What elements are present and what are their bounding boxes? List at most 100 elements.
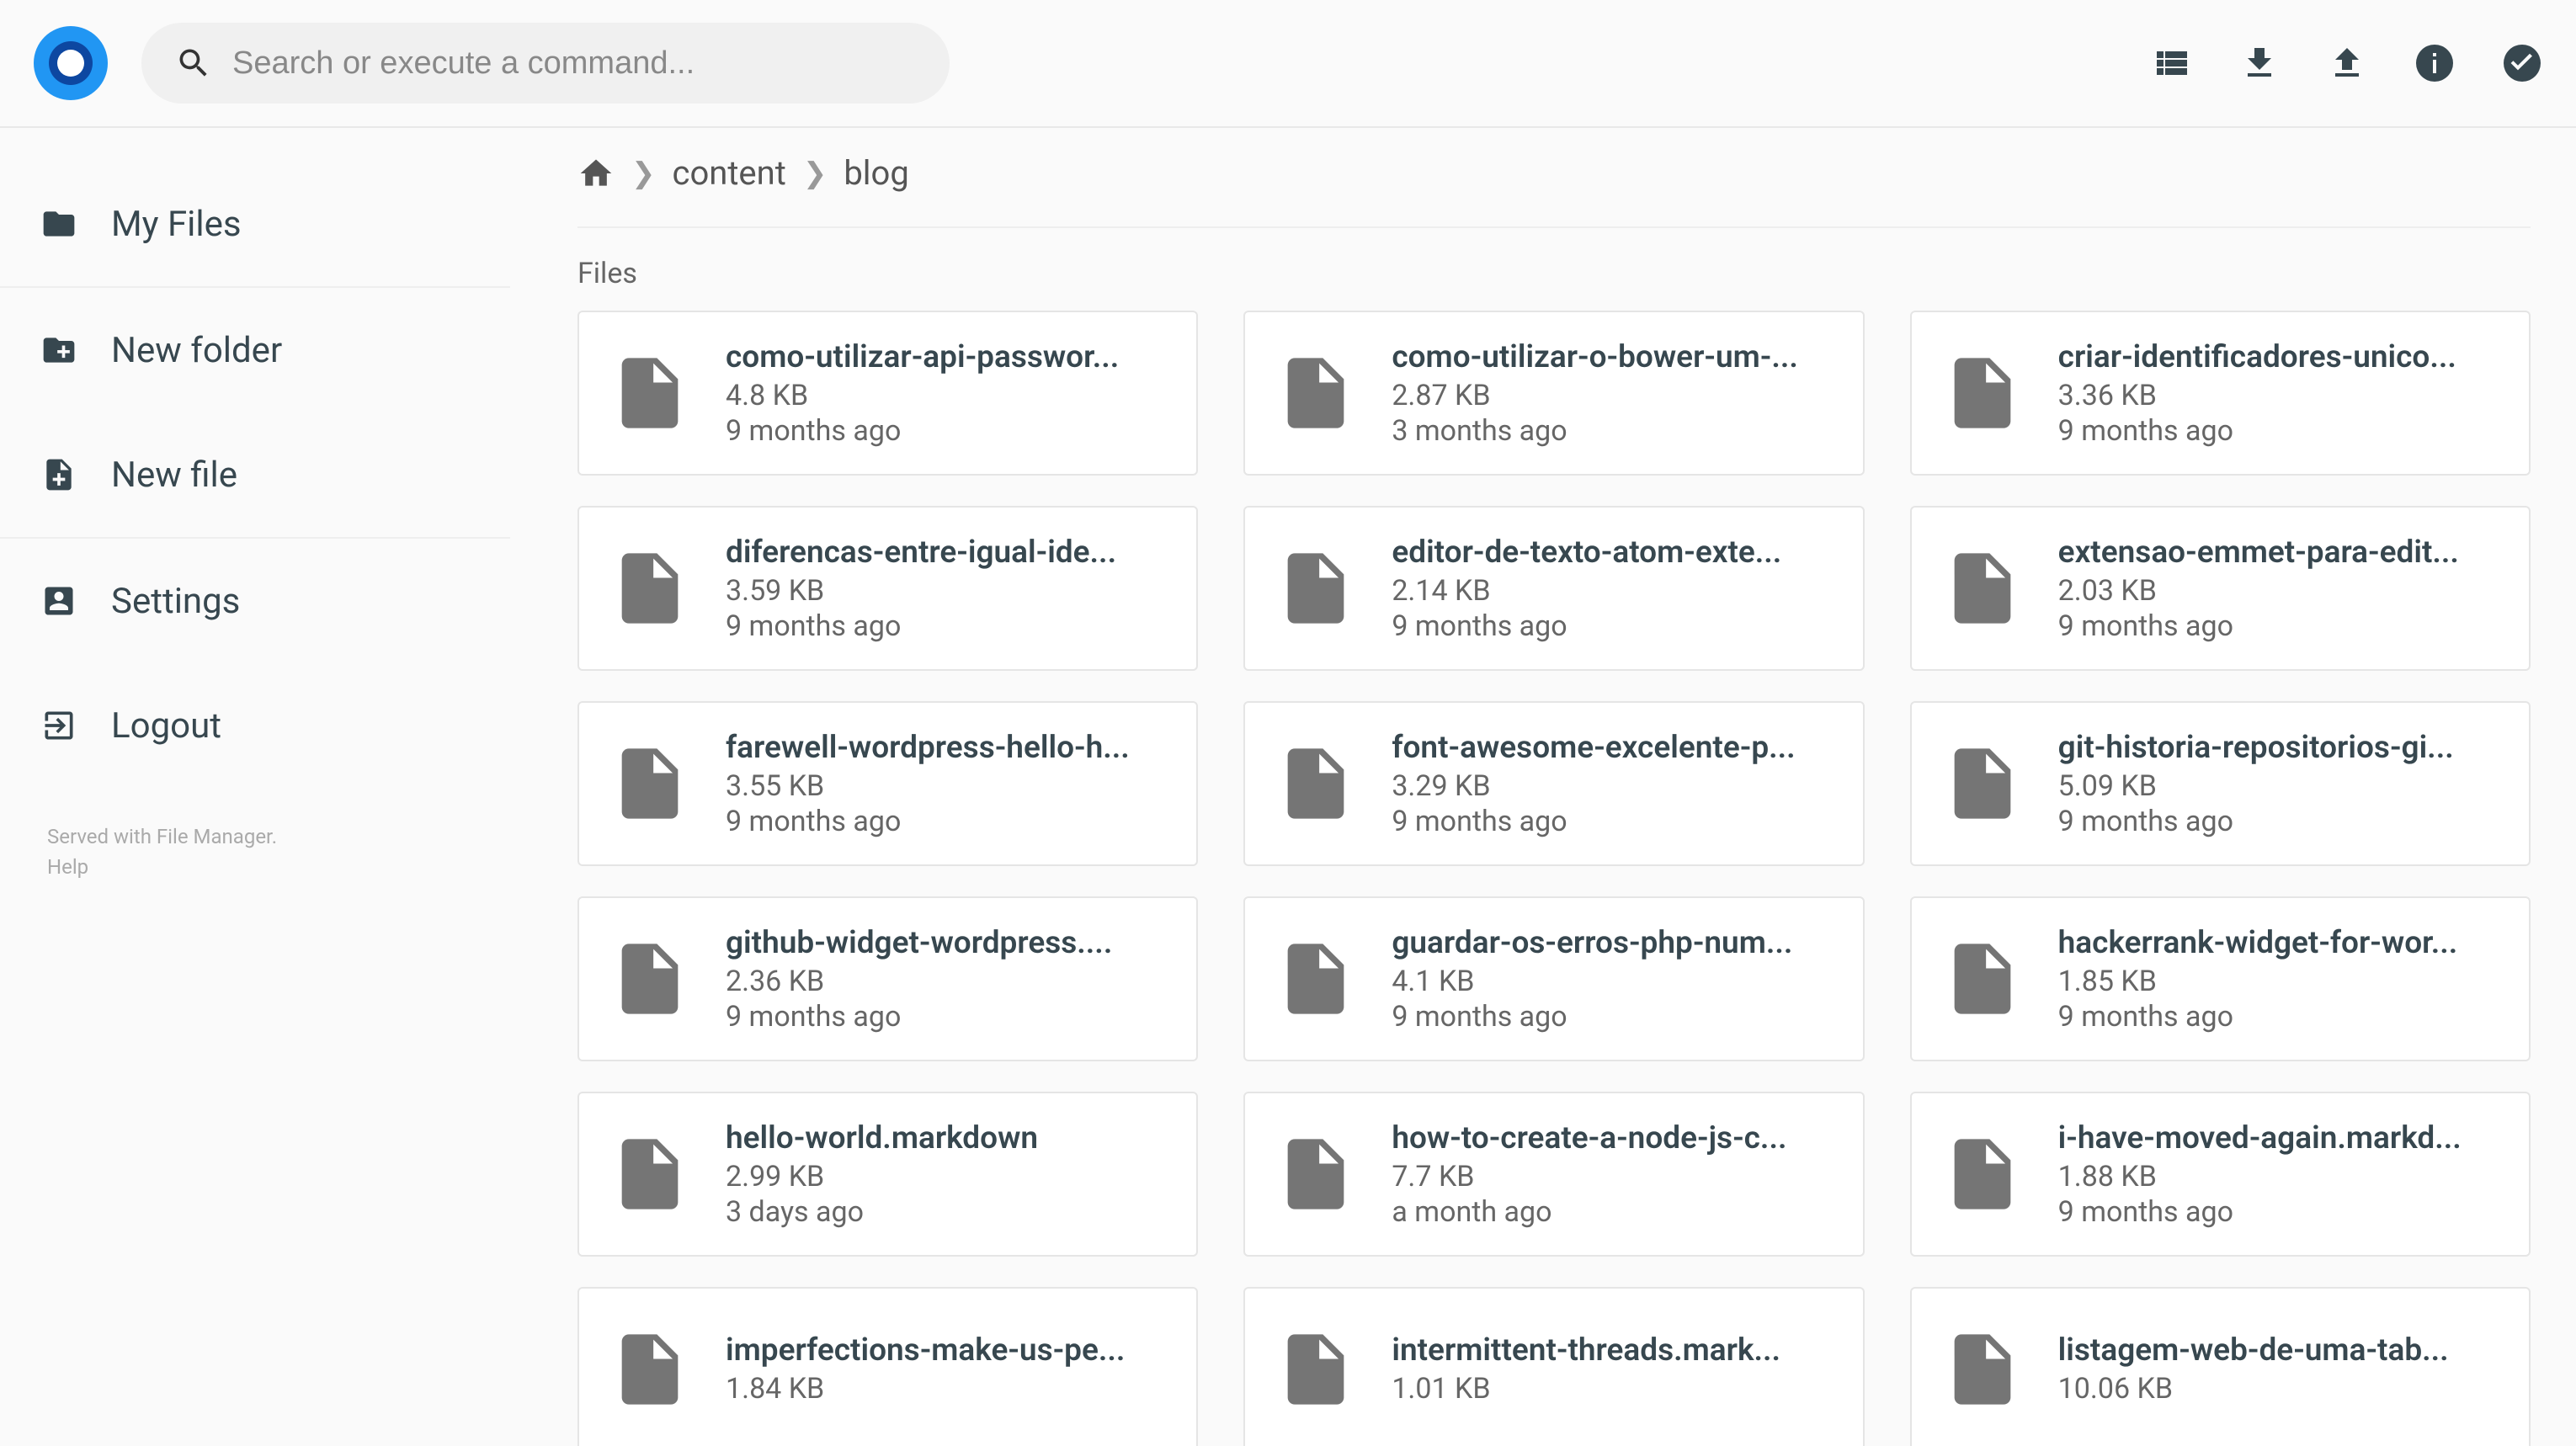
file-size: 2.14 KB: [1392, 574, 1834, 608]
file-name: listagem-web-de-uma-tab...: [2058, 1332, 2500, 1369]
settings-icon: [40, 582, 77, 619]
file-time: 3 months ago: [1392, 414, 1834, 448]
file-icon: [1940, 339, 2025, 447]
file-card[interactable]: git-historia-repositorios-gi... 5.09 KB …: [1910, 701, 2531, 866]
file-time: 9 months ago: [1392, 609, 1834, 643]
file-icon: [608, 1316, 692, 1423]
upload-icon[interactable]: [2327, 43, 2367, 83]
logout-icon: [40, 707, 77, 744]
file-name: how-to-create-a-node-js-c...: [1392, 1120, 1834, 1156]
file-time: 9 months ago: [2058, 1195, 2500, 1229]
file-size: 3.29 KB: [1392, 769, 1834, 803]
file-card[interactable]: guardar-os-erros-php-num... 4.1 KB 9 mon…: [1243, 896, 1864, 1061]
file-icon: [1274, 339, 1358, 447]
file-name: font-awesome-excelente-p...: [1392, 730, 1834, 766]
header-actions: [2152, 43, 2542, 83]
file-time: 9 months ago: [2058, 1000, 2500, 1034]
file-size: 1.85 KB: [2058, 965, 2500, 998]
view-list-icon[interactable]: [2152, 43, 2192, 83]
file-size: 3.36 KB: [2058, 379, 2500, 412]
file-size: 4.1 KB: [1392, 965, 1834, 998]
new-file-icon: [40, 456, 77, 493]
download-icon[interactable]: [2239, 43, 2280, 83]
sidebar-item-label: New file: [111, 455, 237, 496]
file-name: criar-identificadores-unico...: [2058, 339, 2500, 375]
file-card[interactable]: extensao-emmet-para-edit... 2.03 KB 9 mo…: [1910, 506, 2531, 671]
check-circle-icon[interactable]: [2502, 43, 2542, 83]
file-icon: [608, 925, 692, 1033]
file-icon: [1940, 730, 2025, 837]
file-time: 9 months ago: [726, 1000, 1168, 1034]
file-name: git-historia-repositorios-gi...: [2058, 730, 2500, 766]
sidebar-item-my-files[interactable]: My Files: [0, 162, 522, 286]
info-icon[interactable]: [2414, 43, 2455, 83]
file-card[interactable]: i-have-moved-again.markd... 1.88 KB 9 mo…: [1910, 1092, 2531, 1257]
file-card[interactable]: github-widget-wordpress.... 2.36 KB 9 mo…: [577, 896, 1198, 1061]
file-card[interactable]: how-to-create-a-node-js-c... 7.7 KB a mo…: [1243, 1092, 1864, 1257]
file-name: extensao-emmet-para-edit...: [2058, 534, 2500, 571]
file-time: 9 months ago: [1392, 1000, 1834, 1034]
help-link[interactable]: Help: [47, 852, 475, 882]
header: [0, 0, 2576, 128]
file-card[interactable]: editor-de-texto-atom-exte... 2.14 KB 9 m…: [1243, 506, 1864, 671]
file-name: i-have-moved-again.markd...: [2058, 1120, 2500, 1156]
sidebar: My Files New folder New file Settings Lo…: [0, 128, 522, 1446]
file-name: como-utilizar-o-bower-um-...: [1392, 339, 1834, 375]
file-name: hello-world.markdown: [726, 1120, 1168, 1156]
file-card[interactable]: diferencas-entre-igual-ide... 3.59 KB 9 …: [577, 506, 1198, 671]
new-folder-icon: [40, 332, 77, 369]
file-icon: [608, 339, 692, 447]
file-time: 9 months ago: [2058, 609, 2500, 643]
home-icon[interactable]: [577, 155, 615, 192]
file-card[interactable]: listagem-web-de-uma-tab... 10.06 KB: [1910, 1287, 2531, 1446]
file-icon: [1274, 730, 1358, 837]
file-card[interactable]: imperfections-make-us-pe... 1.84 KB: [577, 1287, 1198, 1446]
file-size: 1.84 KB: [726, 1372, 1168, 1406]
file-card[interactable]: farewell-wordpress-hello-h... 3.55 KB 9 …: [577, 701, 1198, 866]
sidebar-item-logout[interactable]: Logout: [0, 663, 522, 788]
search-box[interactable]: [141, 23, 950, 104]
file-card[interactable]: hello-world.markdown 2.99 KB 3 days ago: [577, 1092, 1198, 1257]
file-icon: [608, 534, 692, 642]
sidebar-item-new-file[interactable]: New file: [0, 412, 522, 537]
sidebar-item-settings[interactable]: Settings: [0, 539, 522, 663]
file-name: imperfections-make-us-pe...: [726, 1332, 1168, 1369]
file-card[interactable]: hackerrank-widget-for-wor... 1.85 KB 9 m…: [1910, 896, 2531, 1061]
file-name: diferencas-entre-igual-ide...: [726, 534, 1168, 571]
file-size: 2.99 KB: [726, 1160, 1168, 1193]
file-size: 1.88 KB: [2058, 1160, 2500, 1193]
file-time: 9 months ago: [1392, 805, 1834, 838]
file-size: 3.59 KB: [726, 574, 1168, 608]
sidebar-item-label: New folder: [111, 330, 282, 371]
file-name: github-widget-wordpress....: [726, 925, 1168, 961]
search-input[interactable]: [232, 45, 916, 82]
file-time: 3 days ago: [726, 1195, 1168, 1229]
file-name: farewell-wordpress-hello-h...: [726, 730, 1168, 766]
breadcrumb-item[interactable]: blog: [844, 153, 908, 193]
sidebar-footer: Served with File Manager. Help: [0, 788, 522, 916]
file-time: 9 months ago: [2058, 805, 2500, 838]
file-size: 4.8 KB: [726, 379, 1168, 412]
file-icon: [1940, 1120, 2025, 1228]
file-card[interactable]: como-utilizar-api-passwor... 4.8 KB 9 mo…: [577, 311, 1198, 476]
file-size: 5.09 KB: [2058, 769, 2500, 803]
file-icon: [1274, 1316, 1358, 1423]
file-card[interactable]: como-utilizar-o-bower-um-... 2.87 KB 3 m…: [1243, 311, 1864, 476]
file-size: 10.06 KB: [2058, 1372, 2500, 1406]
file-card[interactable]: font-awesome-excelente-p... 3.29 KB 9 mo…: [1243, 701, 1864, 866]
file-icon: [1940, 925, 2025, 1033]
file-icon: [1940, 1316, 2025, 1423]
file-size: 2.87 KB: [1392, 379, 1834, 412]
file-size: 1.01 KB: [1392, 1372, 1834, 1406]
file-time: 9 months ago: [726, 805, 1168, 838]
file-name: hackerrank-widget-for-wor...: [2058, 925, 2500, 961]
file-name: como-utilizar-api-passwor...: [726, 339, 1168, 375]
breadcrumb-item[interactable]: content: [673, 153, 786, 193]
file-icon: [608, 730, 692, 837]
file-size: 3.55 KB: [726, 769, 1168, 803]
breadcrumb: ❯ content ❯ blog: [577, 153, 2531, 228]
file-name: editor-de-texto-atom-exte...: [1392, 534, 1834, 571]
file-card[interactable]: intermittent-threads.mark... 1.01 KB: [1243, 1287, 1864, 1446]
file-card[interactable]: criar-identificadores-unico... 3.36 KB 9…: [1910, 311, 2531, 476]
sidebar-item-new-folder[interactable]: New folder: [0, 288, 522, 412]
